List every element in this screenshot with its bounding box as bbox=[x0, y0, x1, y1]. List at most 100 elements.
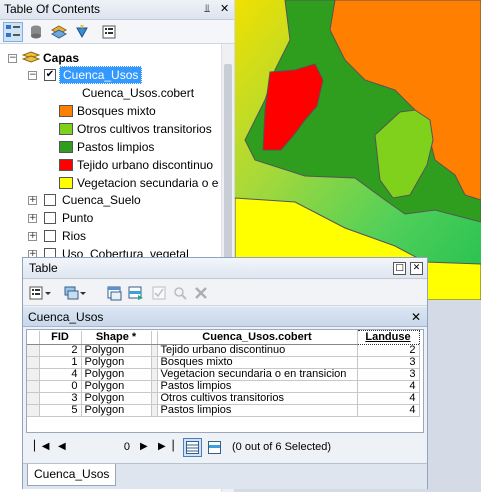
options-button[interactable] bbox=[99, 22, 119, 42]
row-selector-header[interactable] bbox=[27, 330, 40, 345]
first-record-icon[interactable]: ▏◀ bbox=[34, 440, 49, 454]
select-by-attributes-button[interactable] bbox=[105, 283, 125, 303]
cell-shape[interactable]: Polygon bbox=[81, 380, 152, 393]
cell-landuse[interactable]: 3 bbox=[357, 356, 420, 369]
table-row[interactable]: 5 Polygon Pastos limpios 4 bbox=[27, 404, 420, 417]
zoom-to-selected-button[interactable] bbox=[170, 283, 190, 303]
cell-landuse[interactable]: 4 bbox=[357, 392, 420, 405]
map-view[interactable] bbox=[235, 0, 481, 300]
tree-item-rios[interactable]: Rios bbox=[62, 227, 86, 245]
tree-item-cuenca-suelo[interactable]: Cuenca_Suelo bbox=[62, 191, 141, 209]
table-row[interactable]: 1 Polygon Bosques mixto 3 bbox=[27, 356, 420, 369]
previous-record-icon[interactable]: ◀ bbox=[58, 440, 66, 454]
expand-punto-button[interactable]: + bbox=[28, 214, 37, 223]
cell-fid[interactable]: 1 bbox=[39, 356, 82, 369]
list-by-source-button[interactable] bbox=[26, 22, 46, 42]
close-tab-icon[interactable]: ✕ bbox=[411, 307, 421, 327]
collapse-capas-button[interactable]: − bbox=[8, 54, 17, 63]
table-row[interactable]: 2 Polygon Tejido urbano discontinuo 2 bbox=[27, 344, 420, 357]
last-record-icon[interactable]: ▶▕ bbox=[158, 440, 173, 454]
checkbox-cuenca-suelo[interactable] bbox=[44, 194, 56, 206]
cell-fid[interactable]: 3 bbox=[39, 392, 82, 405]
legend-swatch-tejido-urbano[interactable] bbox=[59, 159, 73, 171]
row-selector[interactable] bbox=[27, 356, 40, 369]
show-selected-records-button[interactable] bbox=[205, 438, 224, 457]
maximize-icon[interactable]: □ bbox=[393, 262, 406, 275]
cell-fid[interactable]: 4 bbox=[39, 368, 82, 381]
column-header-fid[interactable]: FID bbox=[39, 330, 82, 345]
legend-swatch-bosques[interactable] bbox=[59, 105, 73, 117]
record-number-field[interactable]: 0 bbox=[76, 439, 132, 455]
cell-shape[interactable]: Polygon bbox=[81, 392, 152, 405]
related-tables-button[interactable] bbox=[63, 283, 89, 303]
pin-icon[interactable]: ⫫ bbox=[204, 2, 210, 16]
table-options-button[interactable] bbox=[28, 283, 54, 303]
checkbox-cuenca-usos[interactable]: ✔ bbox=[44, 69, 56, 81]
tab-cuenca-usos[interactable]: Cuenca_Usos bbox=[27, 464, 117, 486]
cell-landuse[interactable]: 2 bbox=[357, 344, 420, 357]
cell-cobert[interactable]: Vegetacion secundaria o en transicion bbox=[157, 368, 358, 381]
checkbox-punto[interactable] bbox=[44, 212, 56, 224]
row-selector[interactable] bbox=[27, 392, 40, 405]
tree-item-cuenca-usos[interactable]: Cuenca_Usos bbox=[59, 66, 143, 84]
cell-shape[interactable]: Polygon bbox=[81, 356, 152, 369]
tree-item-punto[interactable]: Punto bbox=[62, 209, 93, 227]
close-icon[interactable]: ✕ bbox=[220, 2, 229, 16]
cell-shape[interactable]: Polygon bbox=[81, 344, 152, 357]
cell-shape[interactable]: Polygon bbox=[81, 368, 152, 381]
cell-shape[interactable]: Polygon bbox=[81, 404, 152, 417]
row-selector[interactable] bbox=[27, 368, 40, 381]
legend-field-label: Cuenca_Usos.cobert bbox=[82, 86, 195, 100]
row-selector[interactable] bbox=[27, 404, 40, 417]
table-row[interactable]: 0 Polygon Pastos limpios 4 bbox=[27, 380, 420, 393]
zoom-to-selected-icon bbox=[174, 287, 187, 300]
cell-cobert[interactable]: Bosques mixto bbox=[157, 356, 358, 369]
collapse-cuenca-usos-button[interactable]: − bbox=[28, 71, 37, 80]
scrollbar-thumb[interactable] bbox=[224, 64, 232, 264]
cell-cobert[interactable]: Otros cultivos transitorios bbox=[157, 392, 358, 405]
list-by-visibility-icon bbox=[51, 25, 67, 39]
expand-cuenca-suelo-button[interactable]: + bbox=[28, 196, 37, 205]
table-row[interactable]: 3 Polygon Otros cultivos transitorios 4 bbox=[27, 392, 420, 405]
row-selector[interactable] bbox=[27, 344, 40, 357]
list-by-drawing-order-button[interactable] bbox=[3, 22, 23, 42]
switch-selection-button[interactable] bbox=[126, 283, 146, 303]
table-tab-name: Cuenca_Usos bbox=[28, 310, 104, 324]
list-by-selection-button[interactable] bbox=[72, 22, 92, 42]
tree-item-capas[interactable]: Capas bbox=[22, 49, 79, 67]
legend-swatch-vegetacion[interactable] bbox=[59, 177, 73, 189]
checkbox-rios[interactable] bbox=[44, 230, 56, 242]
list-by-visibility-button[interactable] bbox=[49, 22, 69, 42]
layer-name: Punto bbox=[62, 211, 94, 225]
legend-swatch-otros-cultivos[interactable] bbox=[59, 123, 73, 135]
expand-rios-button[interactable]: + bbox=[28, 232, 37, 241]
clear-selection-button[interactable] bbox=[149, 283, 169, 303]
toc-toolbar bbox=[0, 20, 234, 44]
legend-label: Bosques mixto bbox=[77, 104, 156, 118]
cell-cobert[interactable]: Pastos limpios bbox=[157, 404, 358, 417]
cell-landuse[interactable]: 3 bbox=[357, 368, 420, 381]
column-header-shape[interactable]: Shape * bbox=[81, 330, 152, 345]
column-header-landuse[interactable]: Landuse bbox=[356, 330, 420, 345]
column-header-cobert[interactable]: Cuenca_Usos.cobert bbox=[157, 330, 358, 345]
close-icon[interactable]: ✕ bbox=[410, 262, 423, 275]
row-selector[interactable] bbox=[27, 380, 40, 393]
next-record-icon[interactable]: ▶ bbox=[140, 440, 148, 454]
selection-status: (0 out of 6 Selected) bbox=[232, 441, 332, 453]
cell-landuse[interactable]: 4 bbox=[357, 404, 420, 417]
toc-title: Table Of Contents bbox=[4, 2, 101, 16]
delete-selected-button[interactable] bbox=[191, 283, 211, 303]
cell-landuse[interactable]: 4 bbox=[357, 380, 420, 393]
cell-cobert[interactable]: Pastos limpios bbox=[157, 380, 358, 393]
cell-fid[interactable]: 2 bbox=[39, 344, 82, 357]
cell-fid[interactable]: 0 bbox=[39, 380, 82, 393]
show-all-records-button[interactable] bbox=[183, 438, 202, 457]
table-title-bar[interactable]: Table □ ✕ bbox=[23, 258, 427, 279]
legend-label: Otros cultivos transitorios bbox=[77, 122, 212, 136]
cell-cobert[interactable]: Tejido urbano discontinuo bbox=[157, 344, 358, 357]
cell-fid[interactable]: 5 bbox=[39, 404, 82, 417]
table-tab-header[interactable]: Cuenca_Usos ✕ bbox=[23, 307, 427, 327]
show-selected-records-icon bbox=[208, 441, 221, 454]
legend-swatch-pastos[interactable] bbox=[59, 141, 73, 153]
table-row[interactable]: 4 Polygon Vegetacion secundaria o en tra… bbox=[27, 368, 420, 381]
